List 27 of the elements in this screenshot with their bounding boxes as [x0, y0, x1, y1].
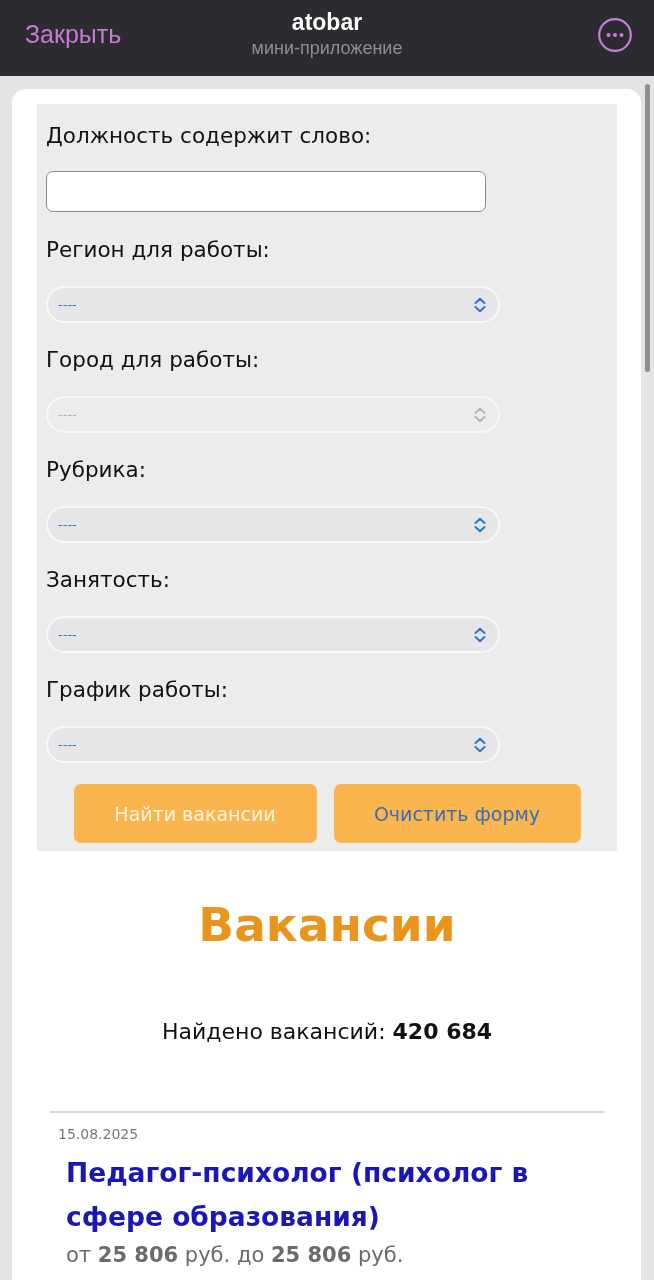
dropdown-field[interactable]: ----: [46, 286, 500, 323]
close-button[interactable]: Закрыть: [25, 19, 122, 49]
app-subtitle: мини-приложение: [251, 37, 403, 60]
scrollbar-thumb[interactable]: [645, 84, 650, 372]
field-label: Должность содержит слово:: [46, 122, 372, 150]
field-label: Город для работы:: [46, 346, 260, 374]
results-count: Найдено вакансий: 420 684: [160, 1018, 494, 1046]
text-input-field[interactable]: [46, 171, 486, 212]
dropdown-field[interactable]: ----: [46, 726, 500, 763]
updown-chevron-icon: [474, 516, 486, 533]
clear-button[interactable]: Очистить форму: [333, 784, 581, 843]
vacancy-salary: от 25 806 руб. до 25 806 руб.: [66, 1242, 405, 1269]
more-options-icon[interactable]: [598, 18, 632, 52]
dropdown-field[interactable]: ----: [46, 506, 500, 543]
updown-chevron-icon: [474, 736, 486, 753]
vacancy-title-link[interactable]: Педагог-психолог (психолог в сфере образования): [66, 1151, 604, 1239]
section-heading: Вакансии: [197, 896, 457, 954]
updown-chevron-icon: [474, 406, 486, 423]
updown-chevron-icon: [474, 296, 486, 313]
field-label: Рубрика:: [46, 456, 146, 484]
field-label: График работы:: [46, 676, 229, 704]
dropdown-field[interactable]: ----: [46, 616, 500, 653]
updown-chevron-icon: [474, 626, 486, 643]
vacancy-date: 15.08.2025: [58, 1125, 140, 1144]
field-label: Регион для работы:: [46, 236, 270, 264]
field-label: Занятость:: [46, 566, 170, 594]
app-title: atobar: [291, 8, 363, 36]
